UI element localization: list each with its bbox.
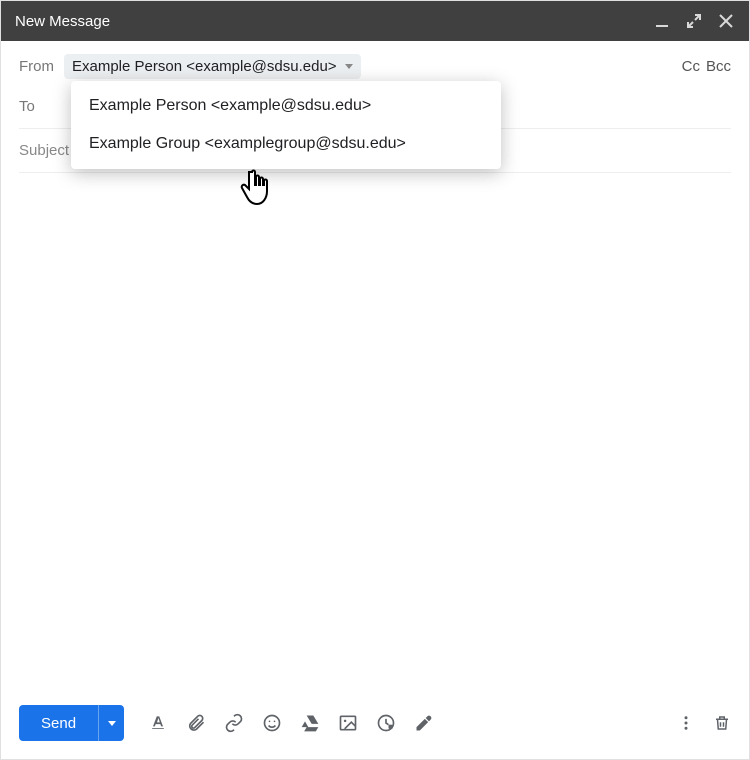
close-icon[interactable] xyxy=(717,12,735,30)
from-label: From xyxy=(19,58,54,75)
toolbar-right xyxy=(677,714,731,732)
confidential-icon[interactable] xyxy=(376,713,396,733)
drive-icon[interactable] xyxy=(300,713,320,733)
send-group: Send xyxy=(19,705,124,741)
text-format-icon[interactable] xyxy=(148,713,168,733)
send-options-button[interactable] xyxy=(98,705,124,741)
minimize-icon[interactable] xyxy=(653,12,671,30)
titlebar: New Message xyxy=(1,1,749,41)
attach-icon[interactable] xyxy=(186,713,206,733)
cc-button[interactable]: Cc xyxy=(682,58,700,75)
pen-icon[interactable] xyxy=(414,713,434,733)
formatting-tools xyxy=(148,713,434,733)
from-dropdown: Example Person <example@sdsu.edu> Exampl… xyxy=(71,81,501,169)
emoji-icon[interactable] xyxy=(262,713,282,733)
send-button[interactable]: Send xyxy=(19,705,98,741)
message-body[interactable] xyxy=(1,173,749,693)
more-options-icon[interactable] xyxy=(677,714,695,732)
expand-icon[interactable] xyxy=(685,12,703,30)
image-icon[interactable] xyxy=(338,713,358,733)
chevron-down-icon xyxy=(108,721,116,726)
compose-window: New Message From Example Person <example… xyxy=(0,0,750,760)
from-selected-value: Example Person <example@sdsu.edu> xyxy=(72,58,337,75)
titlebar-actions xyxy=(653,12,735,30)
bottom-toolbar: Send xyxy=(1,693,749,759)
bcc-button[interactable]: Bcc xyxy=(706,58,731,75)
chevron-down-icon xyxy=(345,64,353,69)
from-row: From Example Person <example@sdsu.edu> C… xyxy=(19,41,731,85)
to-label: To xyxy=(19,98,35,115)
from-option[interactable]: Example Group <examplegroup@sdsu.edu> xyxy=(71,125,501,163)
link-icon[interactable] xyxy=(224,713,244,733)
from-option[interactable]: Example Person <example@sdsu.edu> xyxy=(71,87,501,125)
trash-icon[interactable] xyxy=(713,714,731,732)
cc-bcc-group: Cc Bcc xyxy=(682,58,731,75)
fields: From Example Person <example@sdsu.edu> C… xyxy=(1,41,749,173)
window-title: New Message xyxy=(15,13,110,30)
from-select[interactable]: Example Person <example@sdsu.edu> xyxy=(64,54,361,79)
